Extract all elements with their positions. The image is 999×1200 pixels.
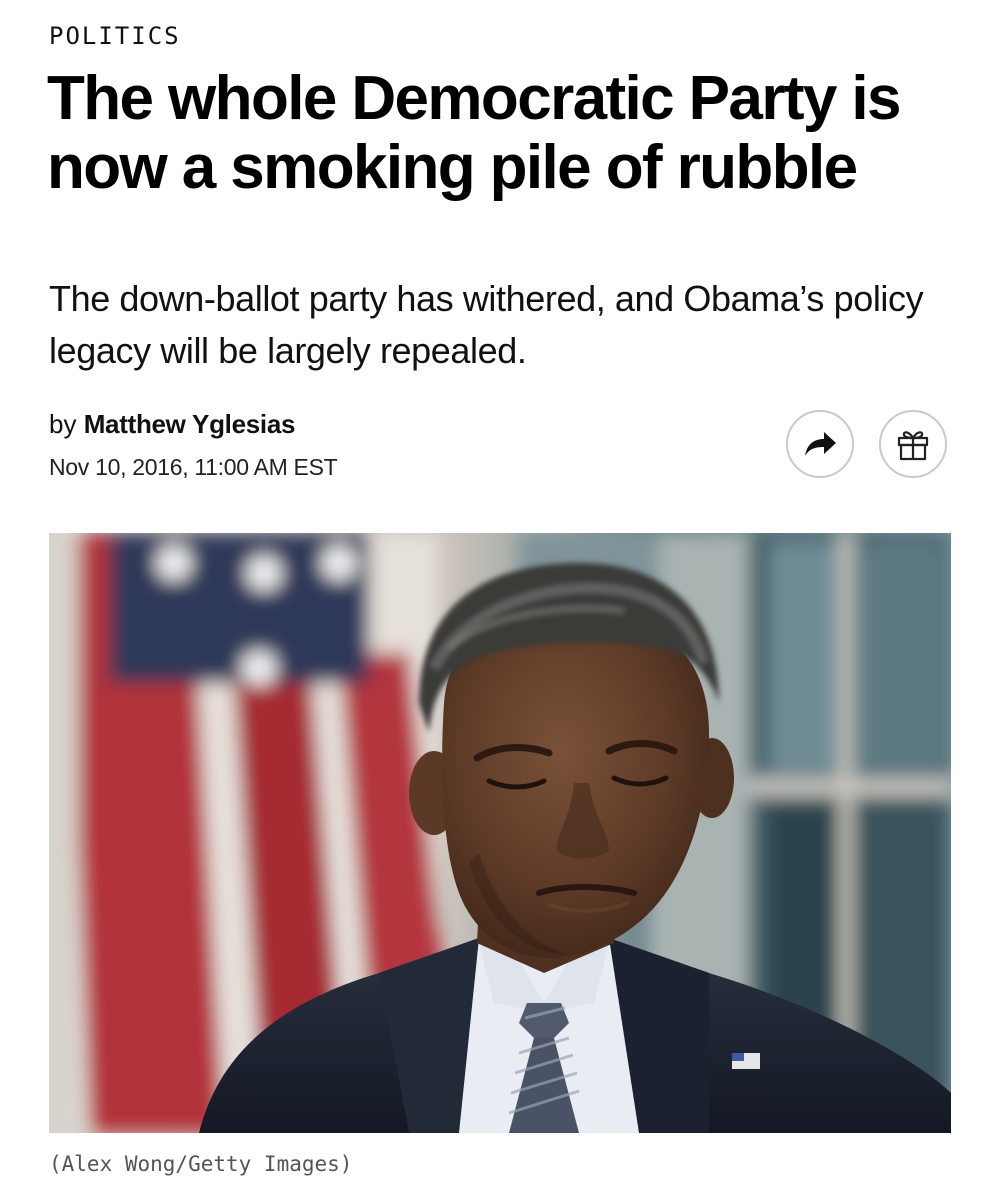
headline: The whole Democratic Party is now a smok… [47,64,902,202]
byline-prefix: by [49,409,77,439]
share-button[interactable] [786,410,854,478]
photo-caption: (Alex Wong/Getty Images) [49,1152,353,1176]
section-label[interactable]: POLITICS [49,22,181,50]
article-dek: The down-ballot party has withered, and … [49,278,924,371]
publish-timestamp: Nov 10, 2016, 11:00 AM EST [49,454,338,480]
author-link[interactable]: Matthew Yglesias [84,409,296,439]
lead-photo [49,533,951,1133]
byline: by Matthew Yglesias [49,409,295,440]
gift-button[interactable] [879,410,947,478]
gift-icon [896,427,930,461]
article-page: POLITICS The whole Democratic Party is n… [0,0,999,1200]
share-arrow-icon [803,430,837,458]
